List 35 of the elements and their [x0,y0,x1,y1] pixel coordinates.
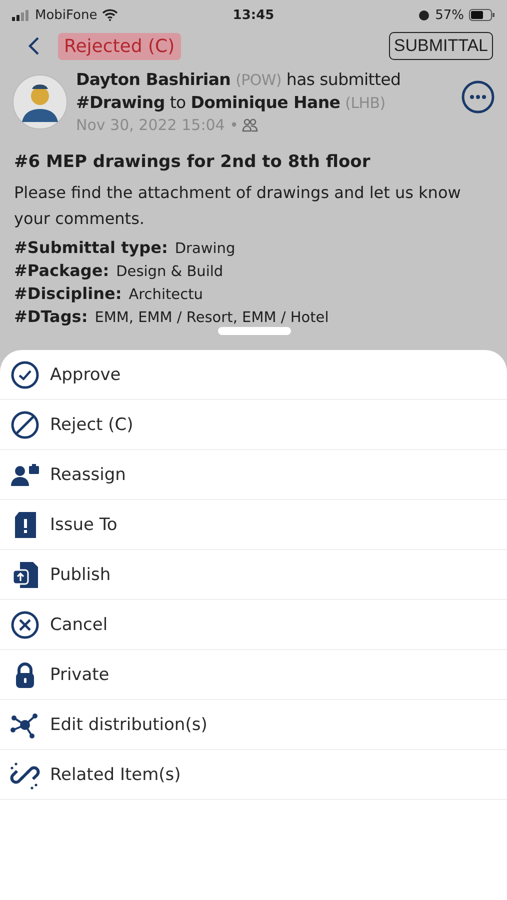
submission-text: Dayton Bashirian (POW) has submitted [76,70,402,89]
wifi-icon [102,9,118,21]
signal-icon [12,10,30,20]
post-date: Nov 30, 2022 15:04 • [76,116,238,134]
close-circle-icon [10,610,40,640]
field-line: #Discipline: Architectu [14,284,204,303]
action-item[interactable]: Approve [0,350,507,400]
submittal-description: Please find the attachment of drawings and let us know your comments. [13,182,462,230]
avatar [12,74,68,130]
back-icon[interactable] [28,36,40,56]
field-line: #DTags: EMM, EMM / Resort, EMM / Hotel [14,307,330,326]
action-item[interactable]: Private [0,650,507,700]
sheet-handle[interactable] [218,327,291,335]
field-line: #Submittal type: Drawing [14,238,236,257]
submittal-title: #6 MEP drawings for 2nd to 8th floor [13,151,372,174]
action-item[interactable]: Edit distribution(s) [0,700,507,750]
prohibited-icon [10,410,40,440]
action-item[interactable]: Issue To [0,500,507,550]
check-circle-icon [10,360,40,390]
battery-icon [468,9,495,21]
action-item[interactable]: Publish [0,550,507,600]
action-item[interactable]: Cancel [0,600,507,650]
people-icon [242,118,258,132]
type-badge: SUBMITTAL [388,32,493,60]
action-item[interactable]: Related Item(s) [0,750,507,800]
submission-target: #Drawing to Dominique Hane (LHB) [76,93,386,112]
field-line: #Package: Design & Build [14,261,224,280]
action-item[interactable]: Reject (C) [0,400,507,450]
link-icon [10,760,40,790]
clock-time: 13:45 [232,8,274,22]
more-icon[interactable] [461,80,495,114]
status-badge: Rejected (C) [58,32,181,60]
carrier-name: MobiFone [35,8,98,22]
action-item[interactable]: Reassign [0,450,507,500]
battery-percent: 57% [435,8,464,22]
